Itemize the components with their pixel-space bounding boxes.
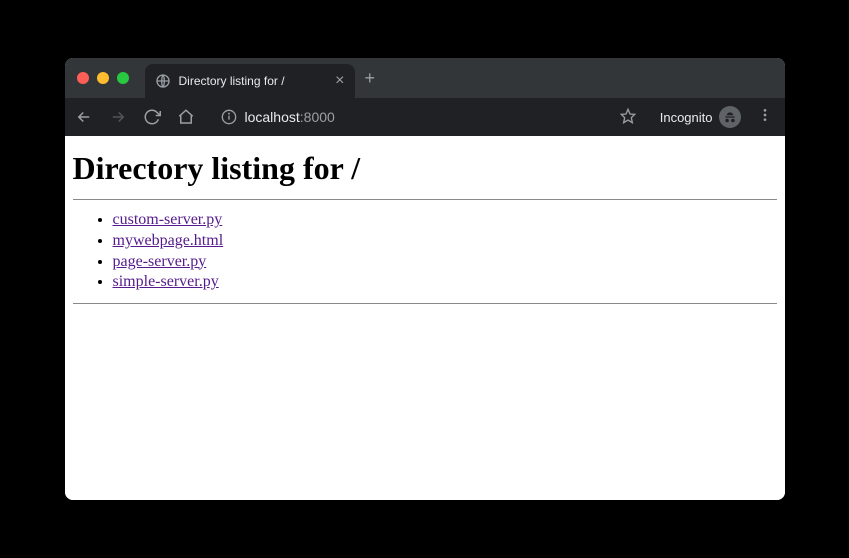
incognito-icon [719, 106, 741, 128]
page-title: Directory listing for / [73, 150, 777, 187]
file-link[interactable]: custom-server.py [113, 211, 223, 228]
home-button[interactable] [175, 106, 197, 128]
maximize-window-button[interactable] [117, 72, 129, 84]
browser-tab[interactable]: Directory listing for / × [145, 64, 355, 98]
globe-icon [155, 73, 171, 89]
incognito-label: Incognito [660, 110, 713, 125]
file-link[interactable]: mywebpage.html [113, 232, 224, 249]
tab-title: Directory listing for / [179, 74, 328, 88]
browser-window: Directory listing for / × + localhost:80… [65, 58, 785, 500]
list-item: page-server.py [113, 252, 777, 273]
file-list: custom-server.py mywebpage.html page-serve… [73, 210, 777, 293]
divider [73, 199, 777, 200]
reload-button[interactable] [141, 106, 163, 128]
menu-button[interactable] [753, 107, 777, 128]
toolbar: localhost:8000 Incognito [65, 98, 785, 136]
forward-button[interactable] [107, 106, 129, 128]
list-item: mywebpage.html [113, 231, 777, 252]
list-item: custom-server.py [113, 210, 777, 231]
url-text: localhost:8000 [245, 109, 335, 125]
address-bar[interactable]: localhost:8000 [209, 103, 648, 131]
incognito-indicator: Incognito [660, 106, 741, 128]
site-info-icon[interactable] [221, 109, 237, 125]
file-link[interactable]: page-server.py [113, 253, 207, 270]
close-tab-icon[interactable]: × [335, 73, 344, 89]
minimize-window-button[interactable] [97, 72, 109, 84]
list-item: simple-server.py [113, 272, 777, 293]
bookmark-star-icon[interactable] [620, 108, 636, 127]
back-button[interactable] [73, 106, 95, 128]
new-tab-button[interactable]: + [365, 68, 376, 89]
window-controls [77, 72, 129, 84]
tab-bar: Directory listing for / × + [65, 58, 785, 98]
divider [73, 303, 777, 304]
url-port: :8000 [300, 109, 335, 125]
close-window-button[interactable] [77, 72, 89, 84]
page-content: Directory listing for / custom-server.py… [65, 136, 785, 500]
file-link[interactable]: simple-server.py [113, 273, 219, 290]
url-host: localhost [245, 109, 300, 125]
